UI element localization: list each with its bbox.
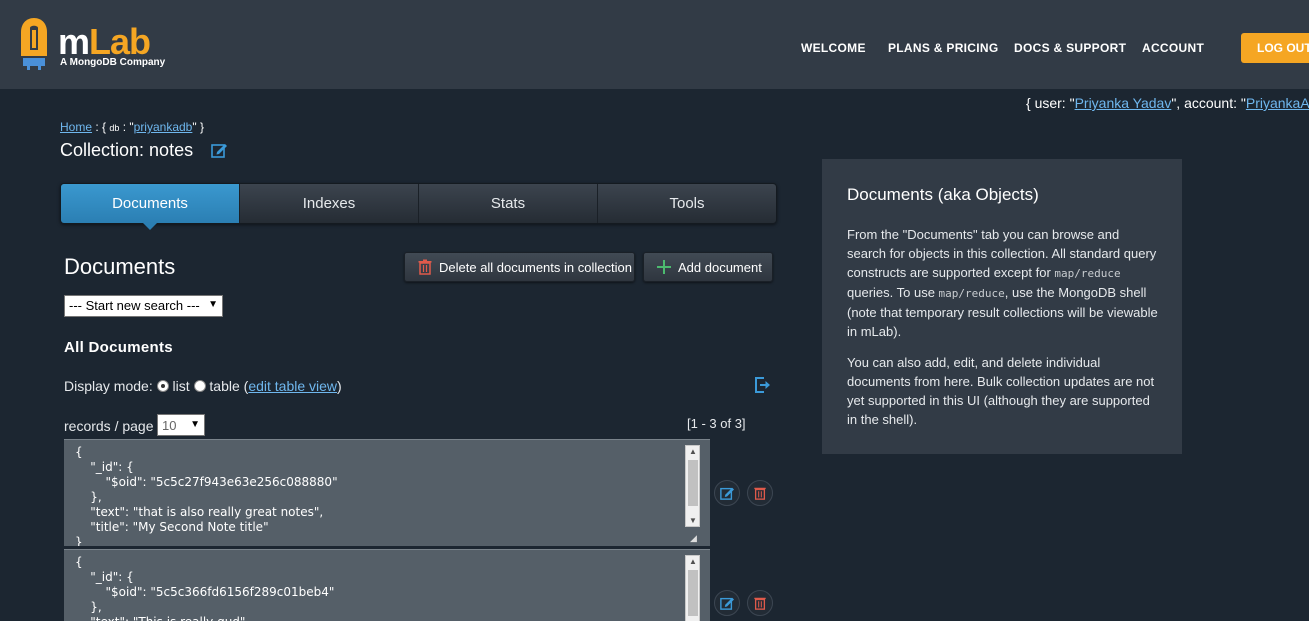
- edit-document-button[interactable]: [714, 590, 740, 616]
- tab-tools[interactable]: Tools: [598, 184, 776, 223]
- start-search-select[interactable]: --- Start new search --- ▼: [64, 295, 223, 317]
- scroll-up-icon: ▲: [689, 447, 697, 456]
- top-navbar: mLab A MongoDB Company WELCOME PLANS & P…: [0, 0, 1309, 89]
- display-mode-row: Display mode: list table (edit table vie…: [64, 378, 342, 394]
- user-link[interactable]: Priyanka Yadav: [1075, 95, 1172, 111]
- document-scrollbar[interactable]: ▲ ▼: [685, 445, 700, 527]
- records-per-page-select[interactable]: 10 ▼: [157, 414, 205, 436]
- display-mode-list-radio[interactable]: [156, 380, 169, 392]
- breadcrumb: Home : { db : "priyankadb" }: [60, 120, 204, 134]
- account-link[interactable]: PriyankaAPI: [1246, 95, 1309, 111]
- documents-heading: Documents: [64, 254, 176, 279]
- edit-document-button[interactable]: [714, 480, 740, 506]
- document-editor[interactable]: { "_id": { "$oid": "5c5c366fd6156f289c01…: [64, 549, 710, 621]
- help-paragraph: You can also add, edit, and delete indiv…: [847, 355, 1155, 427]
- scroll-up-icon: ▲: [689, 557, 697, 566]
- record-range: [1 - 3 of 3]: [687, 416, 746, 431]
- trash-icon: [754, 597, 766, 610]
- delete-all-documents-button[interactable]: Delete all documents in collection: [404, 252, 635, 282]
- display-mode-table-radio[interactable]: [193, 380, 206, 392]
- breadcrumb-home-link[interactable]: Home: [60, 120, 92, 134]
- logo-tagline: A MongoDB Company: [60, 57, 166, 68]
- edit-table-view-link[interactable]: edit table view: [248, 378, 337, 394]
- records-per-page-label: records / page: [64, 418, 154, 434]
- scroll-down-icon: ▼: [689, 516, 697, 525]
- add-document-button[interactable]: Add document: [643, 252, 773, 282]
- trash-icon: [754, 487, 766, 500]
- document-scrollbar[interactable]: ▲: [685, 555, 700, 621]
- documents-help-panel: Documents (aka Objects) From the "Docume…: [822, 159, 1182, 454]
- edit-icon: [720, 487, 734, 500]
- resize-handle-icon[interactable]: ◢: [690, 533, 700, 543]
- export-icon[interactable]: [754, 376, 772, 394]
- edit-icon: [720, 597, 734, 610]
- tab-documents[interactable]: Documents: [61, 184, 240, 230]
- delete-document-button[interactable]: [747, 480, 773, 506]
- collection-tabs: Documents Indexes Stats Tools: [60, 183, 777, 230]
- logout-button[interactable]: LOG OUT: [1241, 33, 1309, 63]
- tab-indexes[interactable]: Indexes: [240, 184, 419, 223]
- help-paragraph: From the "Documents" tab you can browse …: [847, 227, 1158, 339]
- user-account-info: { user: "Priyanka Yadav", account: "Priy…: [1026, 95, 1309, 111]
- nav-welcome[interactable]: WELCOME: [801, 41, 866, 55]
- help-panel-title: Documents (aka Objects): [847, 185, 1039, 204]
- delete-document-button[interactable]: [747, 590, 773, 616]
- breadcrumb-db-link[interactable]: priyankadb: [134, 120, 193, 134]
- trash-icon: [418, 259, 432, 275]
- page-title: Collection: notes: [60, 140, 194, 160]
- mlab-logo-icon: [21, 18, 47, 70]
- dropdown-arrow-icon: ▼: [190, 419, 200, 430]
- plus-icon: [657, 260, 671, 274]
- document-editor[interactable]: { "_id": { "$oid": "5c5c27f943e63e256c08…: [64, 439, 710, 546]
- nav-account[interactable]: ACCOUNT: [1142, 41, 1204, 55]
- edit-collection-icon[interactable]: [211, 142, 227, 158]
- tab-stats[interactable]: Stats: [419, 184, 598, 223]
- nav-plans-pricing[interactable]: PLANS & PRICING: [888, 41, 999, 55]
- nav-docs-support[interactable]: DOCS & SUPPORT: [1014, 41, 1126, 55]
- dropdown-arrow-icon: ▼: [208, 299, 218, 310]
- all-documents-label: All Documents: [64, 339, 173, 356]
